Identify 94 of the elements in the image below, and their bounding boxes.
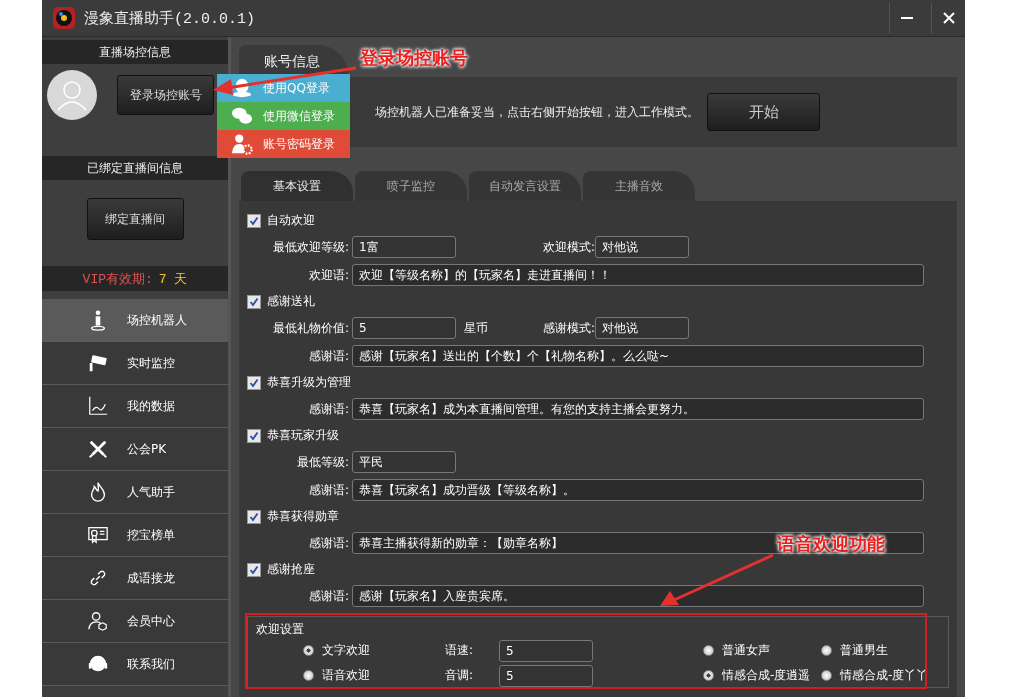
nav-item[interactable]: 成语接龙 (42, 557, 228, 600)
text-field[interactable]: 平民 (352, 451, 456, 473)
checkbox[interactable] (247, 509, 261, 524)
field-label: 最低欢迎等级: (271, 238, 350, 256)
tab[interactable]: 自动发言设置 (469, 171, 581, 201)
section-header: 已绑定直播间信息 (42, 156, 228, 180)
checkbox[interactable] (247, 562, 261, 577)
user-gear-icon (231, 133, 253, 155)
annotation-label: 语音欢迎功能 (777, 532, 885, 556)
dropdown-field[interactable]: 对他说 (595, 236, 689, 258)
radio-button[interactable] (821, 645, 832, 656)
annotation-label: 登录场控账号 (360, 46, 468, 70)
radio-label: 文字欢迎 (322, 642, 370, 659)
section-header: 直播场控信息 (42, 40, 228, 64)
unit-label: 星币 (464, 319, 488, 337)
text-field[interactable]: 恭喜【玩家名】成功晋级【等级名称】。 (352, 479, 924, 501)
field-label: 感谢语: (307, 587, 350, 605)
checkbox-label: 自动欢迎 (267, 212, 315, 229)
radio-label: 语音欢迎 (322, 667, 370, 684)
field-label: 最低礼物价值: (271, 319, 350, 337)
nav-item[interactable]: 我的数据 (42, 385, 228, 428)
text-field[interactable]: 欢迎【等级名称】的【玩家名】走进直播间！！ (352, 264, 924, 286)
text-field[interactable]: 1富 (352, 236, 456, 258)
bind-room-button[interactable]: 绑定直播间 (86, 198, 184, 240)
field-label: 感谢语: (307, 481, 350, 499)
field-label: 欢迎语: (307, 266, 350, 284)
nav-item[interactable]: 实时监控 (42, 342, 228, 385)
text-field[interactable]: 5 (499, 664, 593, 687)
text-field[interactable]: 5 (352, 317, 456, 339)
close-icon (942, 12, 955, 24)
radio-button[interactable] (303, 645, 314, 656)
tab[interactable]: 基本设置 (241, 171, 353, 201)
text-field[interactable]: 恭喜【玩家名】成为本直播间管理。有您的支持主播会更努力。 (352, 398, 924, 420)
tab[interactable]: 喷子监控 (355, 171, 467, 201)
check-icon (249, 296, 259, 307)
checkbox-label: 感谢抢座 (267, 561, 315, 578)
text-field[interactable]: 5 (499, 639, 593, 662)
radio-label: 情感合成-度丫丫 (840, 667, 929, 684)
line-chart-icon (87, 395, 109, 417)
camera-icon (87, 352, 109, 374)
nav-item[interactable]: 场控机器人 (42, 299, 228, 342)
checkbox[interactable] (247, 375, 261, 390)
field-label: 欢迎模式: (542, 238, 595, 256)
radio-label: 普通男生 (840, 642, 888, 659)
field-label: 感谢语: (307, 534, 350, 552)
app-logo-icon (52, 6, 76, 30)
nav-item[interactable]: 挖宝榜单 (42, 514, 228, 557)
checkbox-label: 恭喜玩家升级 (267, 427, 339, 444)
radio-label: 情感合成-度逍遥 (722, 667, 811, 684)
start-button[interactable]: 开始 (707, 93, 820, 131)
user-badge-icon (87, 610, 109, 632)
check-icon (249, 377, 259, 388)
radio-button[interactable] (821, 670, 832, 681)
radio-label: 普通女声 (722, 642, 770, 659)
check-icon (249, 511, 259, 522)
field-label: 最低等级: (295, 453, 350, 471)
checkbox[interactable] (247, 213, 261, 228)
checkbox[interactable] (247, 428, 261, 443)
field-label: 音调: (445, 667, 475, 684)
panel-title: 欢迎设置 (256, 621, 305, 638)
radio-button[interactable] (703, 670, 714, 681)
dropdown-field[interactable]: 对他说 (595, 317, 689, 339)
chat-bubbles-icon (231, 105, 253, 127)
text-field[interactable]: 感谢【玩家名】送出的【个数】个【礼物名称】。么么哒~ (352, 345, 924, 367)
crossed-swords-icon (87, 438, 109, 460)
certificate-icon (87, 524, 109, 546)
login-option[interactable]: 账号密码登录 (217, 130, 350, 158)
checkbox[interactable] (247, 294, 261, 309)
minimize-icon (900, 17, 913, 19)
checkbox-label: 恭喜升级为管理 (267, 374, 351, 391)
avatar-icon (47, 70, 97, 120)
nav-item[interactable]: 会员中心 (42, 600, 228, 643)
radio-button[interactable] (703, 645, 714, 656)
status-message: 场控机器人已准备妥当，点击右侧开始按钮，进入工作模式。 (375, 103, 699, 121)
nav-item[interactable]: 人气助手 (42, 471, 228, 514)
nav-item[interactable]: 联系我们 (42, 643, 228, 686)
field-label: 语速: (445, 642, 475, 659)
field-label: 感谢语: (307, 347, 350, 365)
account-tab[interactable]: 账号信息 (239, 45, 348, 77)
field-label: 感谢语: (307, 400, 350, 418)
tab[interactable]: 主播音效 (583, 171, 695, 201)
check-icon (249, 564, 259, 575)
field-label: 感谢模式: (542, 319, 595, 337)
window-title: 漫象直播助手(2.0.0.1) (84, 9, 255, 28)
vip-label: VIP有效期: (82, 270, 153, 288)
login-button[interactable]: 登录场控账号 (117, 75, 214, 115)
vip-days: 7 天 (158, 269, 188, 288)
check-icon (249, 215, 259, 226)
text-field[interactable]: 感谢【玩家名】入座贵宾席。 (352, 585, 924, 607)
nav-item[interactable]: 公会PK (42, 428, 228, 471)
radio-button[interactable] (303, 670, 314, 681)
check-icon (249, 430, 259, 441)
checkbox-label: 恭喜获得勋章 (267, 508, 339, 525)
checkbox-label: 感谢送礼 (267, 293, 315, 310)
